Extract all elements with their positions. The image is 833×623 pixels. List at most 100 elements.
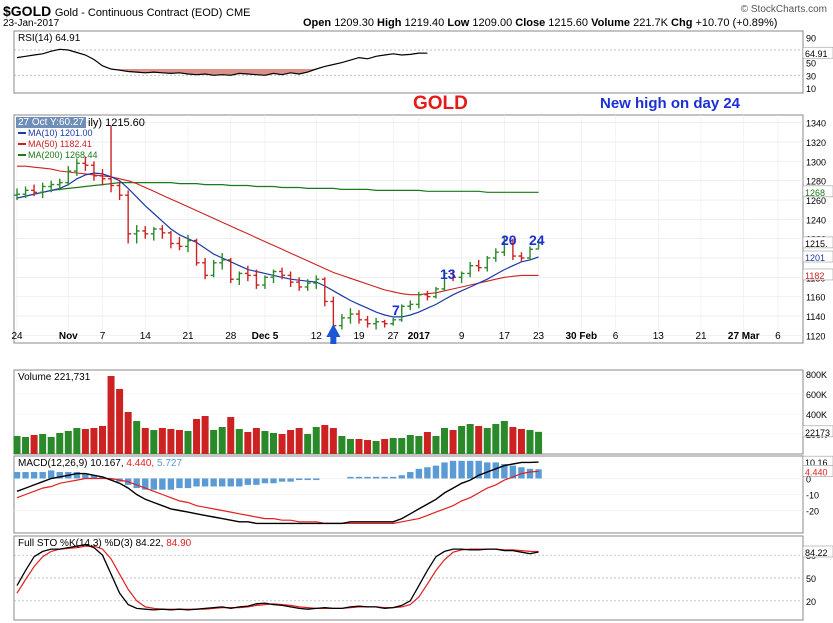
volume-bar <box>509 427 517 454</box>
macd-legend-signal: 4.440, <box>126 458 157 469</box>
macd-hist-bar <box>398 475 405 479</box>
macd-hist-bar <box>270 478 277 484</box>
price-tick: 1240 <box>806 215 826 225</box>
macd-hist-bar <box>184 478 192 489</box>
macd-hist-bar <box>48 470 55 479</box>
macd-legend-hist: 5.727 <box>157 458 182 469</box>
macd-hist-bar <box>39 472 46 479</box>
volume-bar <box>295 428 303 454</box>
macd-hist-bar <box>535 469 542 479</box>
macd-hist-bar <box>201 478 209 487</box>
price-tick: 1120 <box>806 331 825 341</box>
close-right-label: 1215. <box>805 239 828 249</box>
volume-bar <box>278 434 286 454</box>
volume-bar <box>423 432 431 454</box>
time-tick: 27 <box>388 331 400 342</box>
sto-legend: Full STO %K(14,3) %D(3) 84.22, 84.90 <box>18 538 192 549</box>
volume-bar <box>321 425 329 454</box>
ma10-legend: MA(10) 1201.00 <box>28 128 93 138</box>
volume-bar <box>64 431 72 454</box>
volume-bar <box>210 430 218 454</box>
volume-bar <box>124 412 132 454</box>
volume-bar <box>346 439 354 454</box>
volume-bar <box>449 430 457 454</box>
volume-bar <box>175 430 183 454</box>
price-tick: 1140 <box>806 312 825 322</box>
rsi-panel <box>13 30 804 94</box>
rsi-tick: 50 <box>806 59 816 69</box>
volume-bar <box>270 433 277 454</box>
macd-hist-bar <box>176 478 183 489</box>
volume-bar <box>441 428 448 454</box>
macd-tick: -20 <box>806 507 819 517</box>
volume-bar <box>517 429 525 454</box>
volume-bar <box>458 426 466 454</box>
volume-bar <box>47 437 55 454</box>
ma200-legend: MA(200) 1268.44 <box>28 150 98 160</box>
volume-bar <box>483 428 491 454</box>
macd-hist-bar <box>407 472 414 479</box>
volume-bar <box>252 428 260 454</box>
rsi-tick: 10 <box>806 84 816 94</box>
macd-hist-bar <box>492 462 499 479</box>
volume-bar <box>492 424 500 454</box>
volume-bar <box>193 419 201 454</box>
day13-label: 13 <box>440 266 456 282</box>
time-tick: 17 <box>499 331 511 342</box>
macd-hist-bar <box>133 478 140 489</box>
macd-hist-bar <box>295 478 303 481</box>
volume-bar <box>372 441 380 454</box>
volume-bar <box>13 436 21 454</box>
time-tick: 2017 <box>408 331 431 342</box>
volume-bar <box>201 416 209 454</box>
hover-tooltip: 27 Oct Y:60.27 <box>16 117 86 128</box>
volume-bar <box>466 424 474 454</box>
macd-hist-bar <box>167 478 175 490</box>
time-tick: 27 Mar <box>728 331 760 342</box>
time-tick: 12 <box>311 331 323 342</box>
day20-label: 20 <box>501 232 517 248</box>
macd-hist-bar <box>261 478 269 484</box>
macd-hist-bar <box>278 478 286 482</box>
time-tick: 6 <box>775 331 781 342</box>
volume-bar <box>312 427 320 454</box>
macd-hist-bar <box>236 478 243 487</box>
macd-hist-bar <box>432 465 440 479</box>
time-tick: 14 <box>140 331 152 342</box>
macd-hist-bar <box>13 472 21 479</box>
rsi-tick: 90 <box>806 33 816 43</box>
macd-hist-bar <box>355 476 363 479</box>
volume-bar <box>116 389 124 454</box>
price-tick: 1340 <box>806 119 826 129</box>
ma50-legend: MA(50) 1182.41 <box>28 139 92 149</box>
macd-hist-bar <box>441 462 448 479</box>
ma50-right-label: 1182 <box>805 271 824 281</box>
volume-bar <box>526 430 534 454</box>
volume-bar <box>227 417 235 454</box>
macd-hist-bar <box>150 478 157 490</box>
volume-bar <box>133 421 141 454</box>
sto-legend-d: 84.90 <box>166 538 191 549</box>
volume-bar <box>329 428 337 454</box>
macd-legend: MACD(12,26,9) 10.167, 4.440, 5.727 <box>18 458 182 469</box>
chart-window: $GOLD Gold - Continuous Contract (EOD) C… <box>0 0 833 623</box>
volume-bar <box>158 428 166 454</box>
day7-label: 7 <box>392 302 400 318</box>
macd-tick: -10 <box>806 491 819 501</box>
macd-hist-bar <box>313 478 320 481</box>
sto-tick: 20 <box>806 597 816 607</box>
time-tick: 30 Feb <box>565 331 597 342</box>
macd-hist-bar <box>287 478 294 482</box>
time-tick: 7 <box>100 331 106 342</box>
volume-bar <box>235 429 243 454</box>
price-tick: 1160 <box>806 293 825 303</box>
volume-bar <box>304 434 312 454</box>
price-tick: 1300 <box>806 157 826 167</box>
volume-bar <box>30 435 38 454</box>
volume-tick: 600K <box>806 390 827 400</box>
volume-bar <box>355 439 363 454</box>
volume-last-label: 22173 <box>805 428 830 438</box>
volume-bar <box>150 430 158 454</box>
macd-hist-bar <box>390 476 397 479</box>
volume-bar <box>90 428 98 454</box>
